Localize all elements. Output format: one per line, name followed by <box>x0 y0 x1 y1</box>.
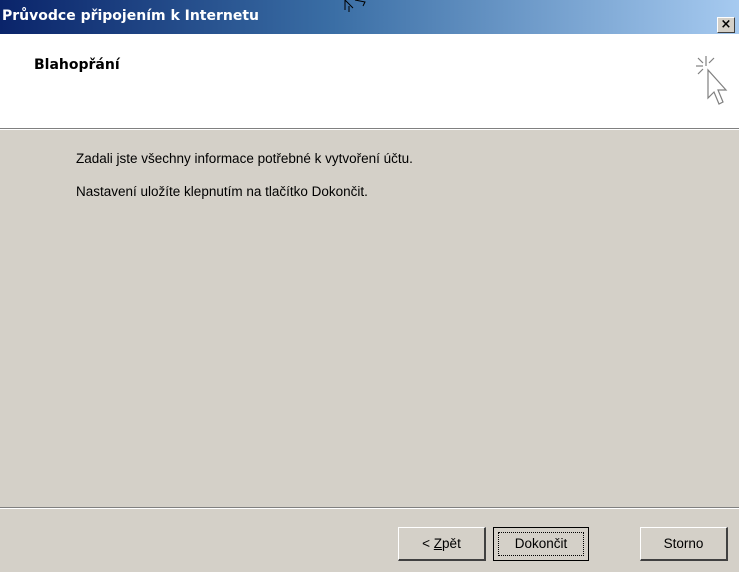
finish-button-label: Dokončit <box>498 532 584 556</box>
wizard-cursor-sparkle-icon <box>696 56 728 105</box>
header-separator <box>0 129 739 130</box>
page-heading: Blahopřání <box>34 57 120 73</box>
close-button[interactable]: × <box>717 17 735 33</box>
wizard-body: Zadali jste všechny informace potřebné k… <box>76 150 413 201</box>
back-button-mnemonic: Z <box>433 536 443 551</box>
instruction-text: Nastavení uložíte klepnutím na tlačítko … <box>76 184 368 199</box>
mouse-cursor-icon <box>344 0 366 12</box>
footer-separator-highlight <box>0 508 739 509</box>
wizard-header: Blahopřání <box>0 34 739 129</box>
cancel-button[interactable]: Storno <box>640 527 728 561</box>
finish-button[interactable]: Dokončit <box>493 527 589 561</box>
close-icon: × <box>720 17 732 32</box>
back-button[interactable]: < Zpět <box>398 527 486 561</box>
back-button-prefix: < <box>422 536 434 551</box>
summary-text: Zadali jste všechny informace potřebné k… <box>76 151 413 166</box>
back-button-label: pět <box>442 536 461 551</box>
title-bar[interactable]: Průvodce připojením k Internetu × <box>0 0 739 34</box>
window-title: Průvodce připojením k Internetu <box>2 8 260 24</box>
